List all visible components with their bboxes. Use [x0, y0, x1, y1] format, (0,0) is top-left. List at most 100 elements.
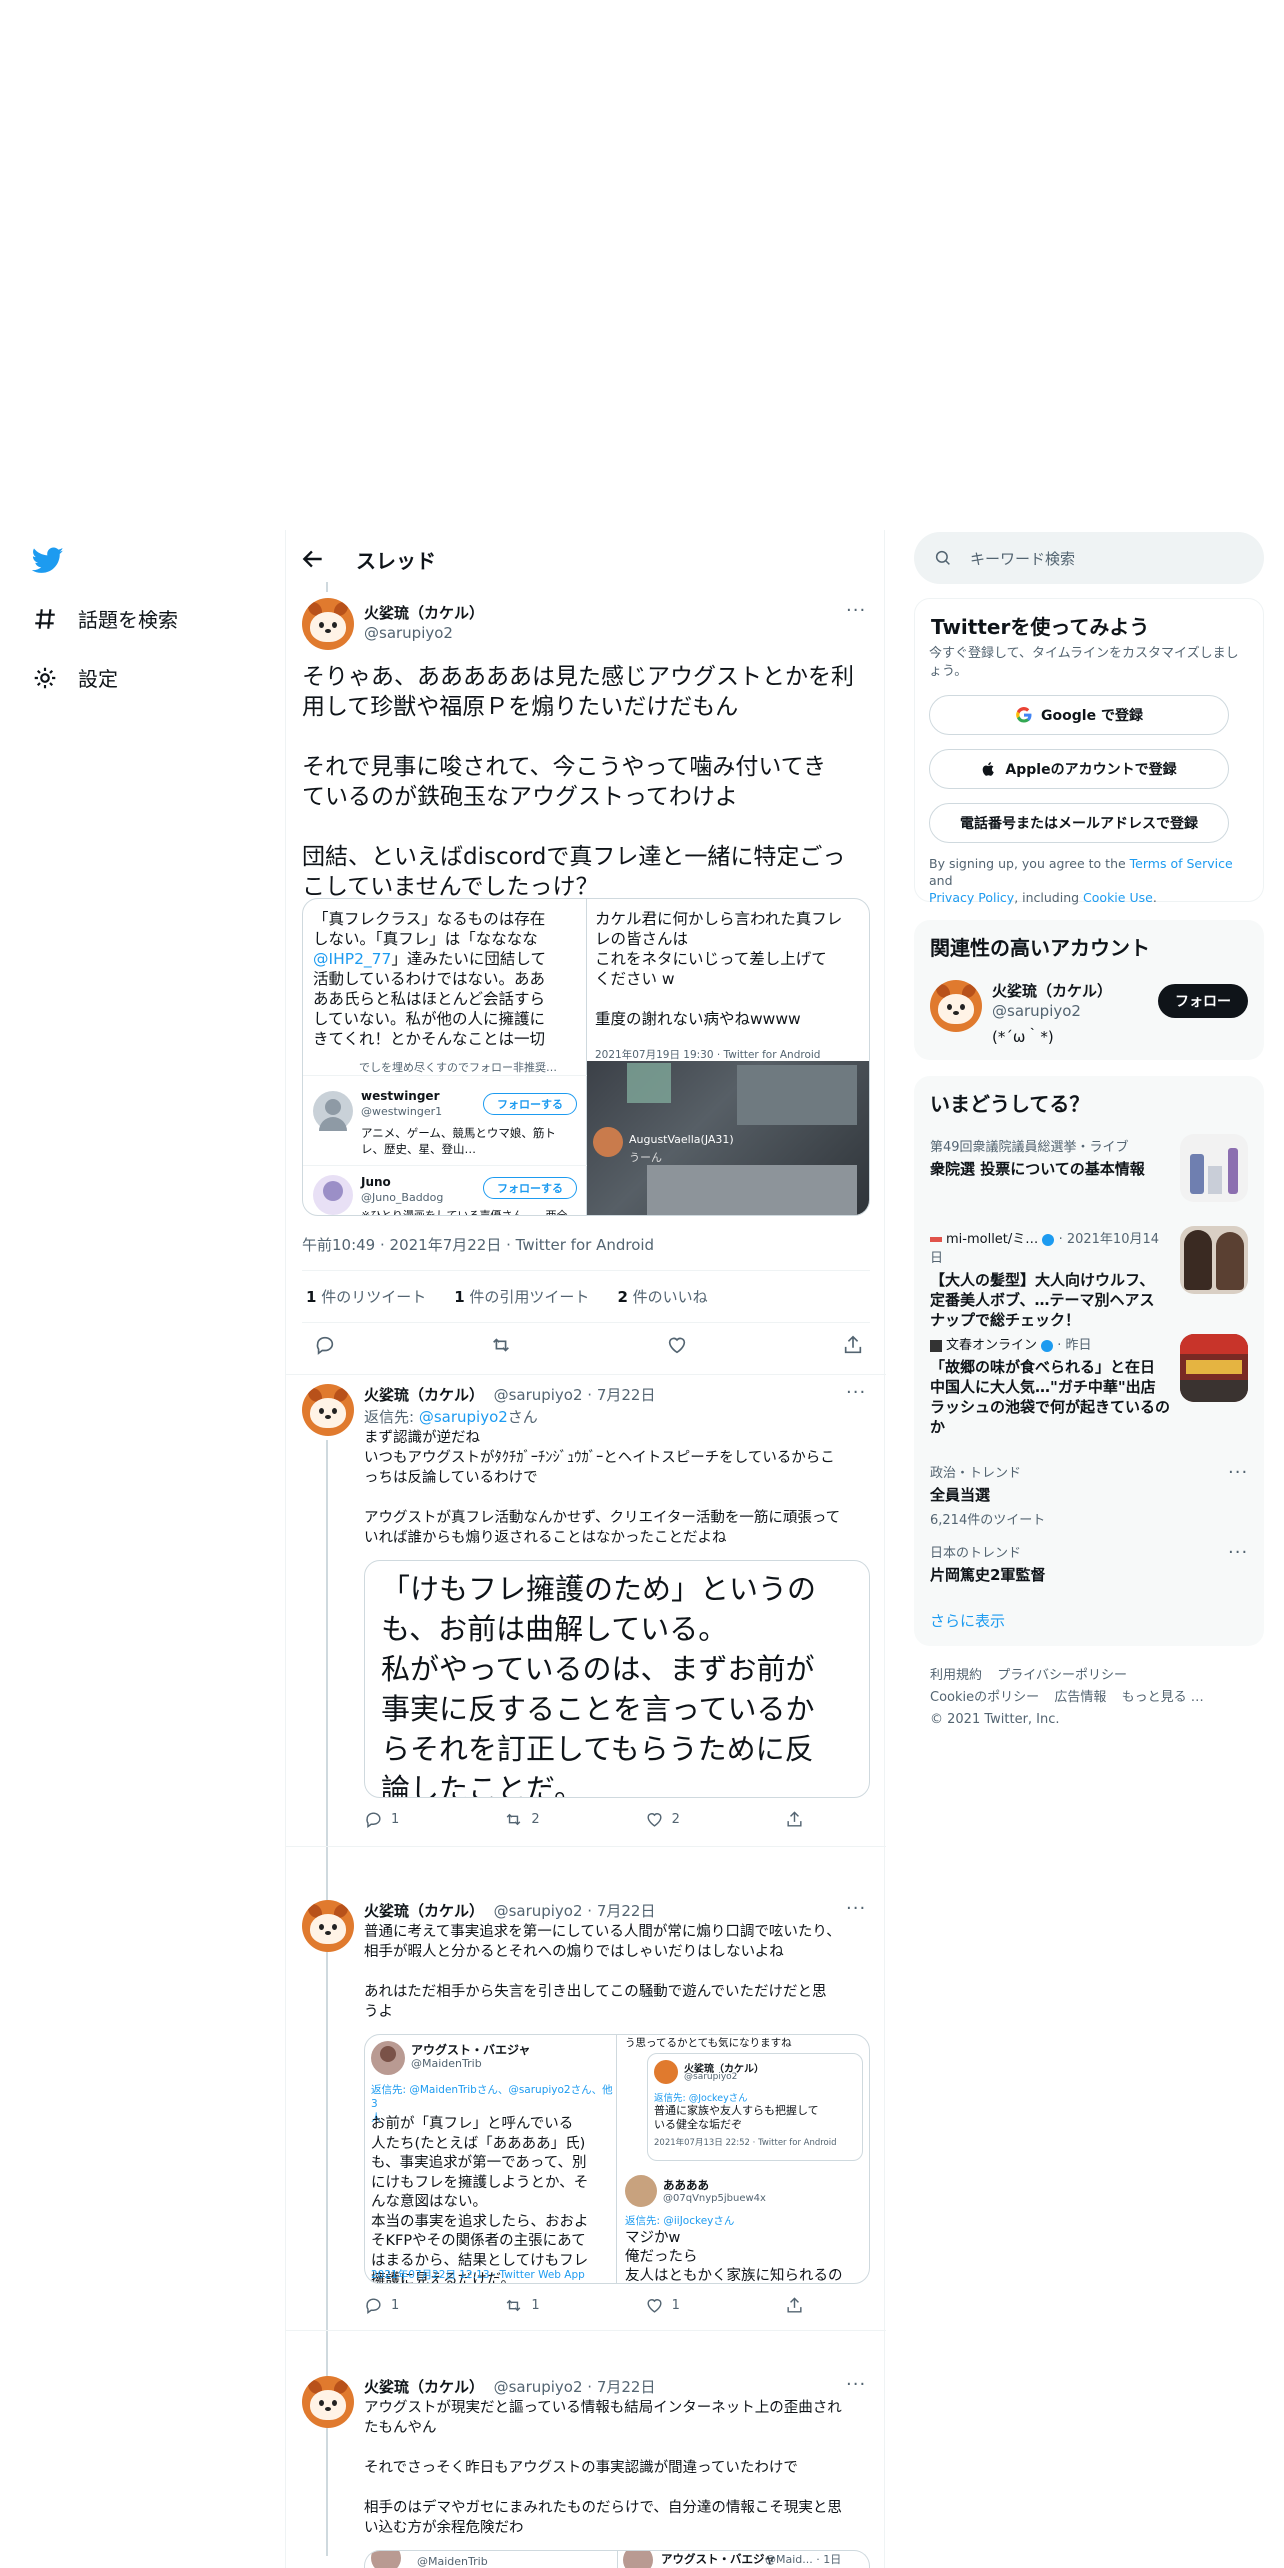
like-icon: [647, 2299, 662, 2313]
footer-ads-link[interactable]: 広告情報: [1054, 1690, 1106, 1705]
footer-privacy-link[interactable]: プライバシーポリシー: [997, 1668, 1127, 1683]
privacy-link[interactable]: Privacy Policy: [929, 890, 1014, 905]
search-box[interactable]: キーワード検索: [914, 532, 1264, 584]
author-meta[interactable]: @sarupiyo2 · 7月22日: [494, 1386, 656, 1404]
retweet-button[interactable]: 1: [504, 2296, 540, 2315]
user-handle: @Juno_Baddog: [361, 1191, 444, 1204]
author-name[interactable]: 火娑琉（カケル）: [364, 1902, 484, 1920]
share-icon: [787, 2297, 802, 2313]
share-icon: [787, 1811, 802, 1827]
like-icon[interactable]: [666, 1334, 688, 1356]
phone-email-signup-button[interactable]: 電話番号またはメールアドレスで登録: [929, 803, 1229, 843]
reply-name: AugustVaella(JA31): [629, 1133, 734, 1146]
avatar[interactable]: [302, 598, 354, 650]
terms-link[interactable]: Terms of Service: [1130, 856, 1233, 871]
like-label: 件のいいね: [627, 1288, 708, 1306]
follow-button: フォローする: [483, 1093, 577, 1115]
media-right-meta: 2021年07月19日 19:30 · Twitter for Android: [595, 1049, 821, 1061]
like-button[interactable]: 2: [645, 1810, 680, 1829]
trend-thumbnail: [1180, 1334, 1248, 1402]
reply-header: 火娑琉（カケル） @sarupiyo2 · 7月22日: [364, 1384, 655, 1405]
trend-item[interactable]: 文春オンライン · 昨日 「故郷の味が食べられる」と在日 中国人に大人気…"ガチ…: [930, 1334, 1170, 1437]
nav-settings[interactable]: 設定: [32, 663, 118, 692]
show-more-link[interactable]: さらに表示: [930, 1610, 1005, 1631]
footer-terms-link[interactable]: 利用規約: [930, 1668, 982, 1683]
avatar: [623, 2551, 653, 2568]
media-left-text-a: 「真フレクラス」なるものは存在 しない。「真フレ」は「なななな: [313, 910, 546, 948]
twitter-bird-icon[interactable]: [32, 544, 64, 576]
reply-button[interactable]: 1: [364, 2296, 399, 2315]
reply-icon[interactable]: [314, 1334, 336, 1356]
trend-item[interactable]: mi-mollet/ミ… · 2021年10月14日 【大人の髪型】大人向けウル…: [930, 1228, 1170, 1330]
signup-legal: By signing up, you agree to the Terms of…: [929, 855, 1259, 906]
media-right-screenshot[interactable]: カケル君に何かしら言われた真フレ レの皆さんは これをネタにいじって差し上げて …: [587, 899, 869, 1215]
share-icon[interactable]: [842, 1334, 864, 1356]
media-left-screenshot[interactable]: 「真フレクラス」なるものは存在 しない。「真フレ」は「なななな @IHP2_77…: [303, 899, 587, 1215]
related-title: 関連性の高いアカウント: [930, 936, 1150, 960]
cookie-link[interactable]: Cookie Use: [1083, 890, 1153, 905]
search-input[interactable]: キーワード検索: [970, 548, 1075, 569]
like-count[interactable]: 2 件のいいね: [617, 1286, 707, 1307]
more-icon[interactable]: ···: [1228, 1462, 1248, 1483]
follow-button[interactable]: フォロー: [1158, 984, 1248, 1018]
more-icon[interactable]: ···: [846, 2374, 866, 2395]
google-signup-button[interactable]: Google で登録: [929, 695, 1229, 735]
avatar[interactable]: [302, 1384, 354, 1436]
nav-explore[interactable]: 話題を検索: [32, 604, 178, 633]
avatar[interactable]: [302, 1900, 354, 1952]
author-handle[interactable]: @sarupiyo2: [364, 624, 453, 642]
more-icon[interactable]: ···: [1228, 1542, 1248, 1563]
google-signup-label: Google で登録: [1041, 708, 1143, 724]
author-meta[interactable]: @sarupiyo2 · 7月22日: [494, 2378, 656, 2396]
footer-more-link[interactable]: もっと見る …: [1122, 1690, 1204, 1705]
follow-button: フォローする: [483, 1177, 577, 1199]
trend-item[interactable]: 日本のトレンド 片岡篤史2軍監督: [930, 1542, 1250, 1585]
retweet-icon[interactable]: [490, 1334, 512, 1356]
tweet-media[interactable]: 「真フレクラス」なるものは存在 しない。「真フレ」は「なななな @IHP2_77…: [302, 898, 870, 1216]
back-arrow-icon[interactable]: [300, 546, 326, 572]
reply-media[interactable]: アウグスト・バエジャ @MaidenTrib 返信先: @MaidenTribさ…: [364, 2034, 870, 2284]
reply-button[interactable]: 1: [364, 1810, 399, 1829]
tweet-timestamp: 午前10:49 · 2021年7月22日 · Twitter for Andro…: [302, 1236, 655, 1254]
retweet-count[interactable]: 1 件のリツイート: [306, 1286, 426, 1307]
more-icon[interactable]: ···: [846, 1898, 866, 1919]
related-handle[interactable]: @sarupiyo2: [992, 1002, 1081, 1020]
trend-item[interactable]: 政治・トレンド 全員当選 6,214件のツイート: [930, 1462, 1250, 1528]
author-name[interactable]: 火娑琉（カケル）: [364, 1386, 484, 1404]
reply-image[interactable]: 「けもフレ擁護のため」というの も、お前は曲解している。 私がやっているのは、ま…: [364, 1560, 870, 1798]
footer-cookie-link[interactable]: Cookieのポリシー: [930, 1690, 1039, 1705]
street-photo: AugustVaella(JA31) うーん: [587, 1061, 869, 1215]
like-button[interactable]: 1: [645, 2296, 680, 2315]
media-right-screenshot[interactable]: う思ってるかとても気になりますね 火娑琉（カケル） @sarupiyo2 返信先…: [617, 2035, 869, 2283]
user-handle: @westwinger1: [361, 1105, 443, 1118]
retweet-icon: [506, 1813, 521, 1826]
reply-media[interactable]: @MaidenTrib アウグスト・バエジャ @Maid... · 1日: [364, 2550, 870, 2568]
share-button[interactable]: [785, 1810, 804, 1829]
hashtag-icon: [35, 608, 55, 629]
share-button[interactable]: [785, 2296, 804, 2315]
author-name[interactable]: 火娑琉（カケル）: [364, 2378, 484, 2396]
more-icon[interactable]: ···: [846, 1382, 866, 1403]
retweet-button[interactable]: 2: [504, 1810, 540, 1829]
author-name[interactable]: 火娑琉（カケル）: [364, 602, 484, 623]
related-name[interactable]: 火娑琉（カケル）: [992, 980, 1112, 1001]
legal-text: , including: [1014, 890, 1084, 905]
media-left-screenshot[interactable]: アウグスト・バエジャ @MaidenTrib 返信先: @MaidenTribさ…: [365, 2035, 617, 2284]
media-left-text: お前が「真フレ」と呼んでいる 人たち(たとえば「ああああ」氏) も、事実追求が第…: [371, 2116, 589, 2284]
apple-signup-button[interactable]: Appleのアカウントで登録: [929, 749, 1229, 789]
tweet-actions: [314, 1334, 864, 1356]
more-icon[interactable]: ···: [846, 600, 866, 621]
media-left-meta: 2021年07月22日 12:13 · Twitter Web App: [371, 2269, 585, 2281]
quote-meta: 2021年07月13日 22:52 · Twitter for Android: [654, 2138, 837, 2148]
like-count: 1: [671, 2298, 680, 2313]
tweet-text: そりゃあ、あああああは見た感じアウグストとかを利 用して珍獣や福原Ｐを煽りたいだ…: [302, 664, 854, 900]
top-text: う思ってるかとても気になりますね: [625, 2037, 792, 2049]
avatar[interactable]: [302, 2376, 354, 2428]
avatar[interactable]: [930, 980, 982, 1032]
google-icon: [1016, 707, 1032, 723]
author-meta[interactable]: @sarupiyo2 · 7月22日: [494, 1902, 656, 1920]
quote-count[interactable]: 1 件の引用ツイート: [454, 1286, 589, 1307]
apple-icon: [983, 762, 995, 776]
reply-to-handle[interactable]: @sarupiyo2: [419, 1408, 508, 1426]
avatar: [625, 2175, 657, 2207]
